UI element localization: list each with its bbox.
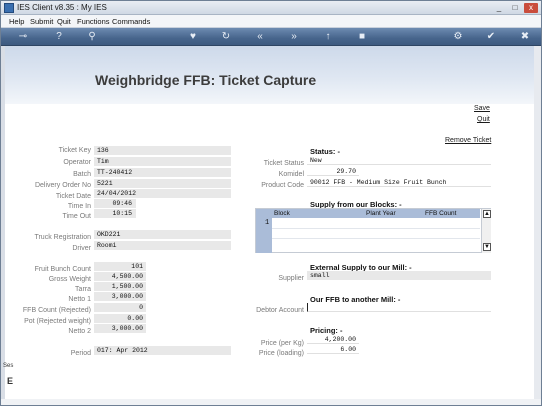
price-loading-label: Price (loading) xyxy=(258,350,304,357)
menu-functions[interactable]: Functions xyxy=(77,16,110,27)
delivery-order-no-field[interactable]: 5221 xyxy=(94,179,231,188)
price-per-kg-label: Price (per Kg) xyxy=(260,340,304,347)
product-code-field[interactable]: 90012 FFB - Medium Size Fruit Bunch xyxy=(307,178,491,187)
price-loading-field[interactable]: 6.00 xyxy=(307,345,359,354)
save-link[interactable]: Save xyxy=(474,105,490,112)
gear-icon[interactable]: ⚙ xyxy=(451,30,465,44)
column-plant-year[interactable]: Plant Year xyxy=(366,209,396,218)
stop-icon[interactable]: ■ xyxy=(355,30,369,44)
grid-scrollbar[interactable]: ▲ ▼ xyxy=(481,209,491,253)
netto-2-field[interactable]: 3,000.00 xyxy=(94,324,146,333)
column-ffb-count[interactable]: FFB Count xyxy=(425,209,456,218)
window-title: IES Client v8.35 : My IES xyxy=(17,3,107,12)
supplier-field[interactable]: small xyxy=(307,271,491,280)
heart-icon[interactable]: ♥ xyxy=(186,30,200,44)
batch-label: Batch xyxy=(73,171,91,178)
komidel-field[interactable]: 29.70 xyxy=(307,167,359,176)
delivery-order-no-label: Delivery Order No xyxy=(34,182,91,189)
app-logo-icon xyxy=(4,3,14,13)
close-icon[interactable]: ✖ xyxy=(518,30,532,44)
tarra-field[interactable]: 1,500.00 xyxy=(94,282,146,291)
supplier-label: Supplier xyxy=(278,275,304,282)
operator-label: Operator xyxy=(63,159,91,166)
time-out-field[interactable]: 10:15 xyxy=(94,209,136,218)
time-in-label: Time In xyxy=(67,203,91,210)
driver-label: Driver xyxy=(72,245,91,252)
ticket-date-field[interactable]: 24/04/2012 xyxy=(94,189,231,198)
right-side-panel xyxy=(534,46,541,399)
rewind-icon[interactable]: « xyxy=(253,30,267,44)
side-panel-glyph: E xyxy=(7,376,14,386)
maximize-button[interactable]: □ xyxy=(508,3,522,13)
price-per-kg-field[interactable]: 4,200.00 xyxy=(307,335,359,344)
ticket-key-label: Ticket Key xyxy=(58,147,91,154)
period-field[interactable]: 017: Apr 2012 xyxy=(94,346,231,355)
menu-help[interactable]: Help xyxy=(9,16,24,27)
ticket-status-field[interactable]: New xyxy=(307,156,491,165)
row-number-column: 1 xyxy=(256,218,272,253)
pot-rejected-weight-field[interactable]: 0.00 xyxy=(94,314,146,323)
ticket-date-label: Ticket Date xyxy=(55,193,91,200)
period-label: Period xyxy=(70,350,91,357)
up-icon[interactable]: ↑ xyxy=(321,30,335,44)
menu-submit[interactable]: Submit xyxy=(30,16,53,27)
row-divider xyxy=(272,238,480,239)
komidel-label: Komidel xyxy=(278,171,304,178)
minimize-button[interactable]: _ xyxy=(492,3,506,13)
key-icon[interactable]: ⊸ xyxy=(13,30,33,44)
debtor-account-label: Debtor Account xyxy=(256,307,304,314)
fruit-bunch-count-field[interactable]: 101 xyxy=(94,262,146,271)
driver-field[interactable]: Roomi xyxy=(94,241,231,250)
grid-header: Block Plant Year FFB Count xyxy=(256,209,480,218)
row-number: 1 xyxy=(265,219,270,227)
side-panel-label: Ses xyxy=(3,363,14,369)
forward-icon[interactable]: » xyxy=(287,30,301,44)
gross-weight-label: Gross Weight xyxy=(48,276,91,283)
ffb-count-rejected-field[interactable]: 0 xyxy=(94,303,146,312)
netto-1-label: Netto 1 xyxy=(68,296,91,303)
menu-quit[interactable]: Quit xyxy=(57,16,71,27)
scroll-up-icon[interactable]: ▲ xyxy=(483,210,491,218)
time-in-field[interactable]: 09:46 xyxy=(94,199,136,208)
remove-ticket-link[interactable]: Remove Ticket xyxy=(445,137,491,144)
gross-weight-field[interactable]: 4,500.00 xyxy=(94,272,146,281)
title-bar: IES Client v8.35 : My IES _ □ x xyxy=(1,1,541,15)
refresh-icon[interactable]: ↻ xyxy=(219,30,233,44)
row-divider xyxy=(272,228,480,229)
product-code-label: Product Code xyxy=(261,182,304,189)
truck-registration-label: Truck Registration xyxy=(34,234,91,241)
check-icon[interactable]: ✔ xyxy=(484,30,498,44)
help-icon[interactable]: ? xyxy=(52,30,66,44)
ticket-key-field[interactable]: 136 xyxy=(94,146,231,155)
ffb-count-rejected-label: FFB Count (Rejected) xyxy=(22,307,91,314)
search-icon[interactable]: ⚲ xyxy=(85,30,99,44)
menu-commands[interactable]: Commands xyxy=(112,16,150,27)
menu-bar: Help Submit Quit Functions Commands xyxy=(1,15,541,28)
batch-field[interactable]: TT-240412 xyxy=(94,168,231,177)
column-block[interactable]: Block xyxy=(274,209,290,218)
ticket-status-label: Ticket Status xyxy=(263,160,304,167)
pricing-heading: Pricing: - xyxy=(310,326,343,335)
tarra-label: Tarra xyxy=(75,286,91,293)
scroll-down-icon[interactable]: ▼ xyxy=(483,243,491,251)
netto-1-field[interactable]: 3,000.00 xyxy=(94,292,146,301)
status-heading: Status: - xyxy=(310,147,340,156)
time-out-label: Time Out xyxy=(62,213,91,220)
truck-registration-field[interactable]: OKD221 xyxy=(94,230,231,239)
blocks-grid[interactable]: Block Plant Year FFB Count 1 ▲ ▼ xyxy=(255,208,491,253)
page-title: Weighbridge FFB: Ticket Capture xyxy=(95,72,317,88)
operator-field[interactable]: Tim xyxy=(94,157,231,166)
fruit-bunch-count-label: Fruit Bunch Count xyxy=(34,266,91,273)
pot-rejected-weight-label: Pot (Rejected weight) xyxy=(24,318,91,325)
netto-2-label: Netto 2 xyxy=(68,328,91,335)
toolbar: ⊸ ? ⚲ ♥ ↻ « » ↑ ■ ⚙ ✔ ✖ xyxy=(1,28,541,46)
quit-link[interactable]: Quit xyxy=(477,116,490,123)
debtor-account-field[interactable] xyxy=(307,303,491,312)
close-button[interactable]: x xyxy=(524,3,538,13)
